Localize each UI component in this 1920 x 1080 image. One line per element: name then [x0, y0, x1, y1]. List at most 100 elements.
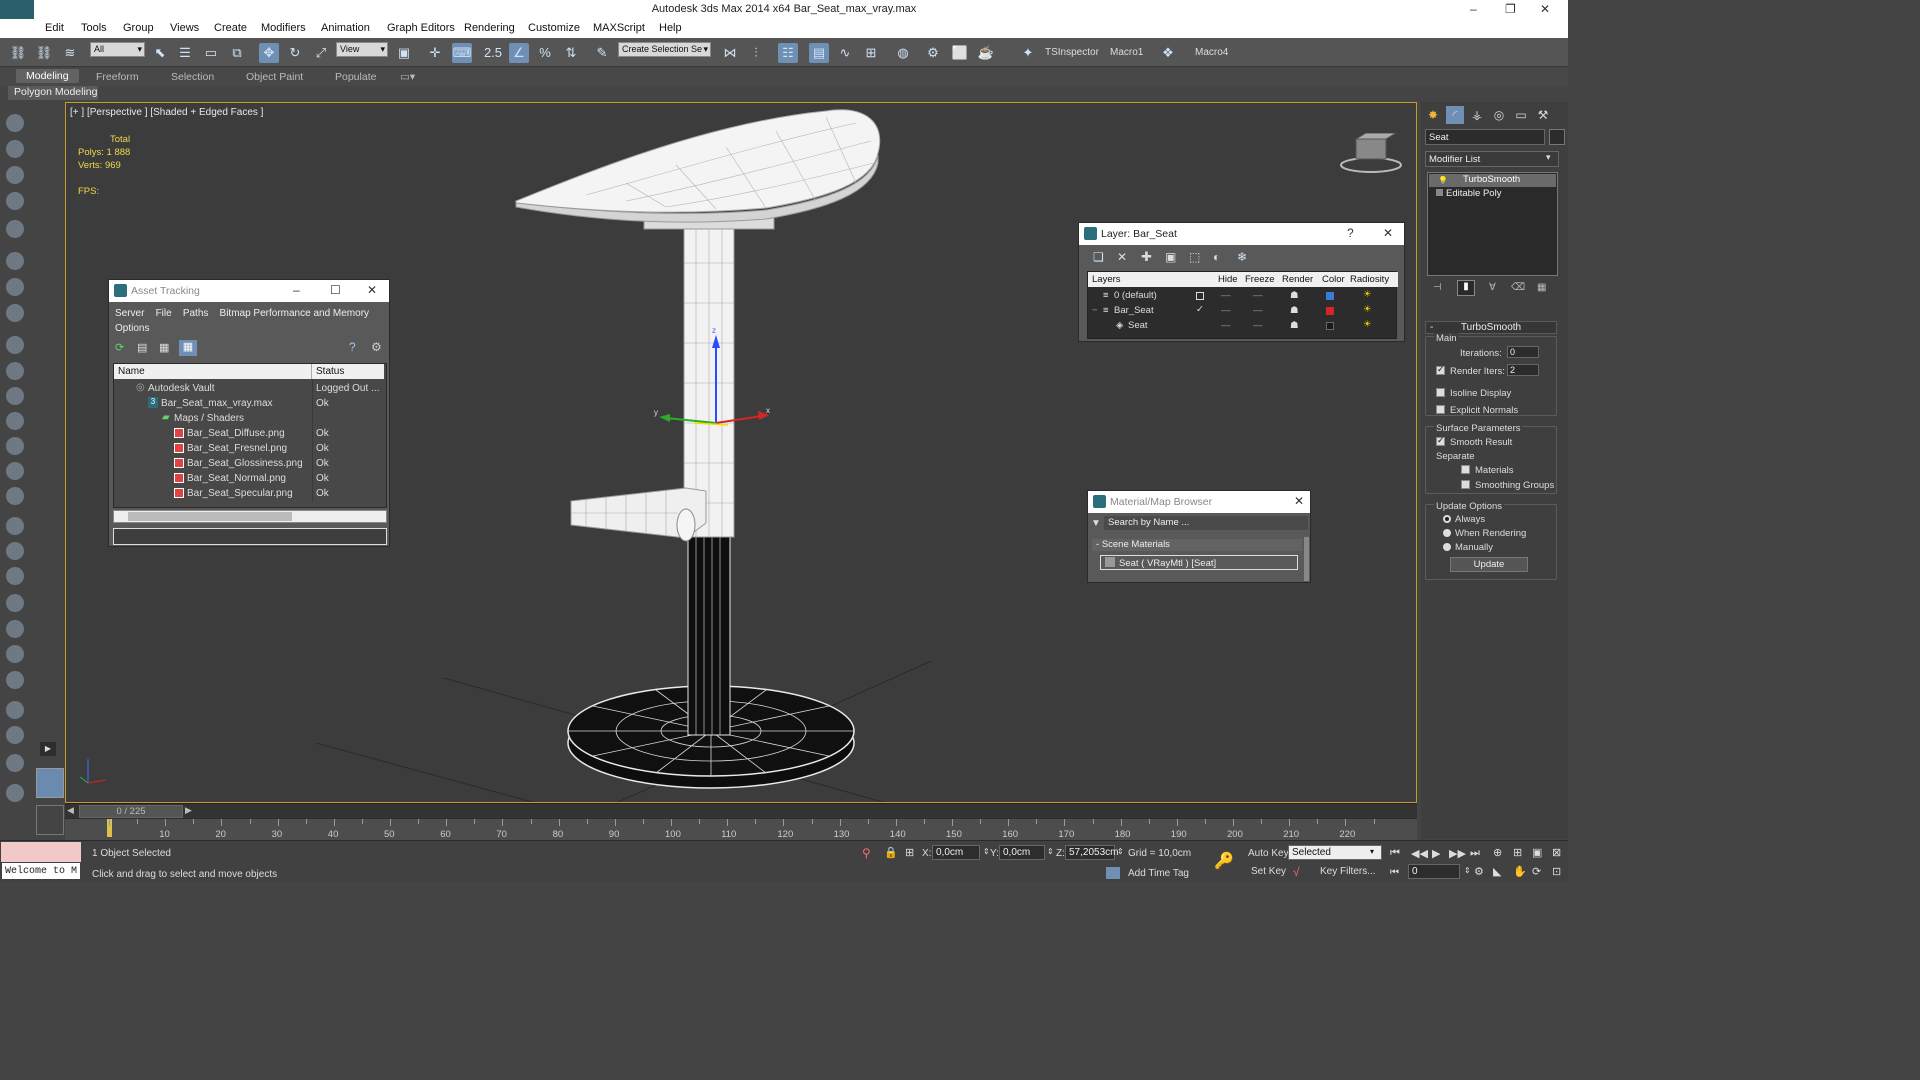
asset-menu-paths[interactable]: Paths	[183, 308, 209, 319]
tool-icon-25[interactable]	[6, 754, 24, 772]
stack-item-turbosmooth[interactable]: TurboSmooth	[1429, 174, 1556, 187]
radiosity-icon[interactable]: ☀	[1363, 304, 1372, 315]
update-always-radio[interactable]	[1443, 515, 1451, 523]
plane-icon[interactable]	[6, 336, 24, 354]
x-spinner-icon[interactable]: ⇕	[983, 847, 990, 856]
current-frame-field[interactable]: 0	[1408, 864, 1460, 879]
window-crossing-icon[interactable]: ⧉	[227, 43, 247, 63]
layer-color-swatch[interactable]	[1326, 292, 1334, 300]
absolute-mode-icon[interactable]: ⊞	[905, 846, 914, 859]
table-row[interactable]: 3 Bar_Seat_max_vray.max Ok	[114, 396, 386, 411]
x-coordinate-field[interactable]: 0,0cm	[932, 845, 980, 860]
snap-toggle-icon[interactable]: 2.5	[483, 43, 503, 63]
col-hide[interactable]: Hide	[1218, 274, 1238, 285]
menu-create[interactable]: Create	[214, 22, 247, 34]
delete-layer-icon[interactable]: ✕	[1117, 250, 1127, 264]
freeze-toggle[interactable]: —	[1253, 305, 1263, 316]
macro4-icon[interactable]: ❖	[1158, 43, 1178, 63]
time-slider-bar[interactable]: ◀ 0 / 225 ▶	[65, 803, 1417, 818]
go-to-end-icon[interactable]: ⏭	[1470, 847, 1480, 860]
add-to-layer-icon[interactable]: ✚	[1141, 249, 1152, 265]
settings-icon[interactable]: ⚙	[371, 340, 382, 354]
render-production-icon[interactable]: ☕	[976, 43, 996, 63]
asset-tracking-titlebar[interactable]: Asset Tracking – ☐ ✕	[109, 280, 389, 302]
modifier-list-dropdown[interactable]: Modifier List	[1425, 151, 1559, 167]
sphere-icon[interactable]	[6, 362, 24, 380]
go-to-start-icon[interactable]: ⏮	[1390, 847, 1400, 860]
polygon-modeling-panel[interactable]: Polygon Modeling	[8, 86, 98, 100]
freeze-all-icon[interactable]: ❄	[1237, 250, 1247, 264]
pan-icon[interactable]: ✋	[1513, 865, 1527, 878]
align-icon[interactable]: ⫶	[746, 43, 766, 63]
asset-menu-options[interactable]: Options	[115, 323, 149, 334]
z-spinner-icon[interactable]: ⇕	[1117, 847, 1124, 856]
current-layer-box[interactable]	[1196, 292, 1204, 300]
material-browser-titlebar[interactable]: Material/Map Browser ✕	[1088, 491, 1310, 513]
menu-views[interactable]: Views	[170, 22, 199, 34]
orbit-icon[interactable]: ⟳	[1532, 865, 1541, 878]
hide-all-icon[interactable]: ◐	[1213, 250, 1220, 264]
bind-spacewarp-icon[interactable]: ≋	[60, 43, 80, 63]
maxscript-listener-pink[interactable]	[1, 842, 81, 862]
torus-icon[interactable]	[6, 387, 24, 405]
cone-icon[interactable]	[6, 437, 24, 455]
asset-close-button[interactable]: ✕	[367, 283, 377, 297]
zoom-extents-all-icon[interactable]: ⊠	[1552, 846, 1561, 859]
maximize-button[interactable]: ❐	[1505, 2, 1516, 16]
angle-snap-icon[interactable]: ∠	[509, 43, 529, 63]
time-slider[interactable]: 0 / 225	[79, 805, 183, 818]
tab-modeling[interactable]: Modeling	[16, 69, 79, 83]
keyboard-shortcut-icon[interactable]: ⌨	[452, 43, 472, 63]
macro1-button[interactable]: Macro1	[1110, 47, 1143, 58]
hide-toggle[interactable]: —	[1221, 305, 1231, 316]
asset-maximize-button[interactable]: ☐	[330, 283, 341, 297]
display-tab-icon[interactable]: ▭	[1512, 106, 1530, 124]
select-by-name-icon[interactable]: ☰	[175, 43, 195, 63]
close-button[interactable]: ✕	[1540, 2, 1550, 16]
freeze-toggle[interactable]: —	[1253, 290, 1263, 301]
quad-viewport-icon[interactable]	[36, 805, 64, 835]
time-config-icon[interactable]: ⚙	[1474, 865, 1484, 878]
browser-scrollbar[interactable]	[1304, 537, 1309, 581]
isoline-display-checkbox[interactable]	[1436, 388, 1445, 397]
render-teapot-icon[interactable]: ☗	[1290, 320, 1299, 331]
stool-footrest[interactable]	[570, 487, 707, 542]
previous-key-icon[interactable]: ◀◀	[1411, 847, 1428, 860]
browser-options-icon[interactable]: ▼	[1091, 518, 1101, 529]
stool-lower-column[interactable]	[687, 532, 731, 736]
set-key-button[interactable]: Set Key	[1251, 866, 1286, 877]
curve-editor-icon[interactable]: ∿	[835, 43, 855, 63]
menu-group[interactable]: Group	[123, 22, 154, 34]
tool-icon-1[interactable]	[6, 114, 24, 132]
render-teapot-icon[interactable]: ☗	[1290, 290, 1299, 301]
move-icon[interactable]: ✥	[259, 43, 279, 63]
asset-path-field[interactable]	[113, 528, 387, 545]
hide-toggle[interactable]: —	[1221, 290, 1231, 301]
tool-icon-23[interactable]	[6, 701, 24, 719]
named-selection-dropdown[interactable]: Create Selection Se	[618, 42, 711, 57]
y-coordinate-field[interactable]: 0,0cm	[999, 845, 1045, 860]
sun-light-icon[interactable]	[6, 462, 24, 480]
layer-color-swatch[interactable]	[1326, 307, 1334, 315]
stack-expand-icon[interactable]	[1436, 189, 1443, 196]
next-frame-icon[interactable]: ▶	[185, 805, 192, 816]
tool-icon-6[interactable]	[6, 252, 24, 270]
menu-graph-editors[interactable]: Graph Editors	[387, 22, 455, 34]
col-name-header[interactable]: Name	[114, 364, 312, 379]
tool-icon-18[interactable]	[6, 567, 24, 585]
highlight-layer-icon[interactable]: ⬚	[1189, 250, 1200, 264]
tool-icon-8[interactable]	[6, 304, 24, 322]
col-render[interactable]: Render	[1282, 274, 1313, 285]
layer-close-button[interactable]: ✕	[1383, 226, 1393, 240]
y-spinner-icon[interactable]: ⇕	[1047, 847, 1054, 856]
current-layer-check[interactable]: ✓	[1196, 304, 1204, 315]
menu-maxscript[interactable]: MAXScript	[593, 22, 645, 34]
time-tag-icon[interactable]	[1106, 867, 1120, 879]
explicit-normals-checkbox[interactable]	[1436, 405, 1445, 414]
hair-icon[interactable]	[6, 645, 24, 663]
search-by-name-input[interactable]: Search by Name ...	[1104, 516, 1308, 530]
table-row[interactable]: ◎ Autodesk Vault Logged Out ...	[114, 381, 386, 396]
separate-smoothing-checkbox[interactable]	[1461, 480, 1470, 489]
update-button[interactable]: Update	[1450, 557, 1528, 572]
select-manipulate-icon[interactable]: ✛	[425, 43, 445, 63]
